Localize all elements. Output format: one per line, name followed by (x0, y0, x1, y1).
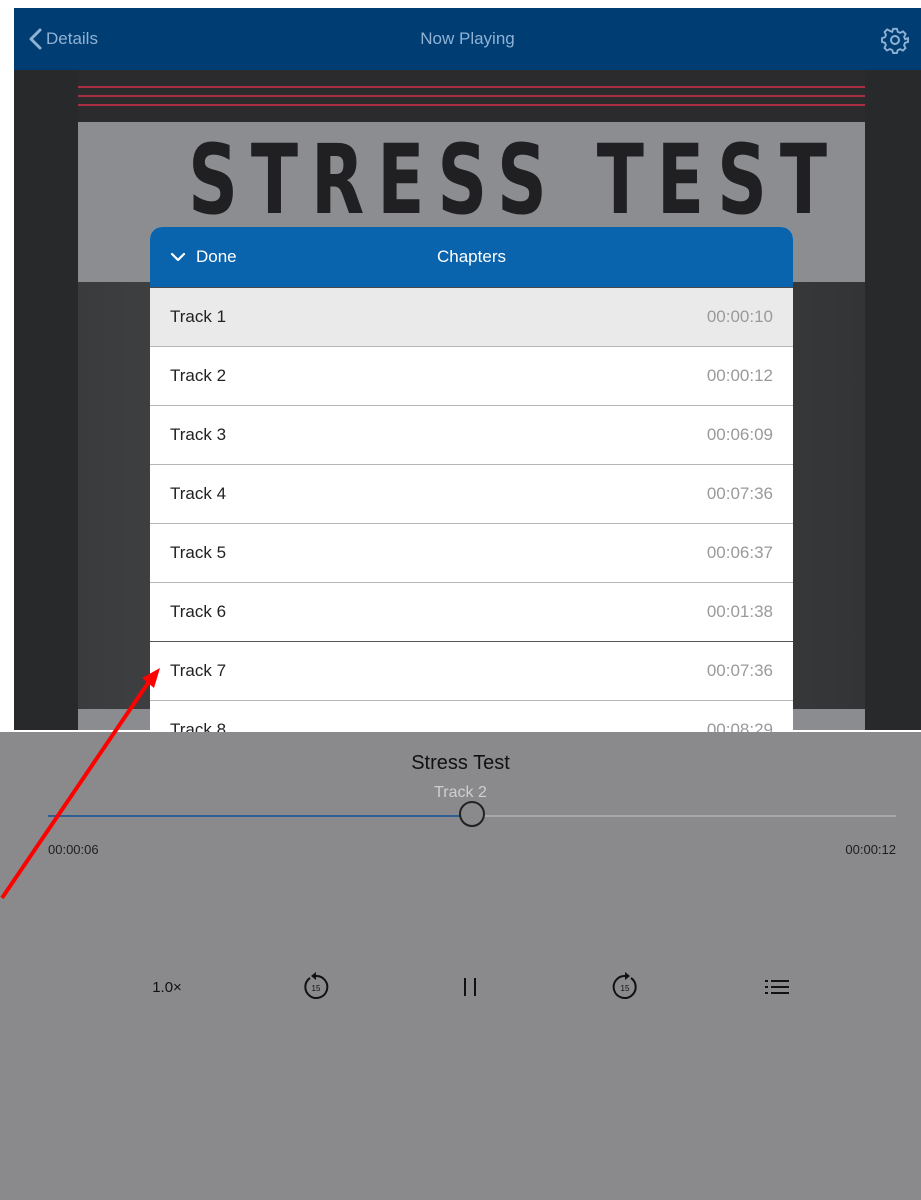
total-time: 00:00:12 (845, 842, 896, 857)
current-track: Track 2 (434, 784, 487, 801)
chapter-duration: 00:00:12 (706, 366, 773, 385)
pause-button[interactable] (455, 969, 485, 1005)
chapter-row[interactable]: Track 6 00:01:38 (150, 582, 793, 641)
skip-forward-button[interactable]: 15 (607, 969, 643, 1005)
chapter-duration: 00:00:10 (706, 307, 773, 326)
chapters-list-button[interactable] (762, 969, 792, 1005)
chapter-row[interactable]: Track 1 00:00:10 (150, 287, 793, 346)
playback-speed-button[interactable]: 1.0× (142, 969, 192, 1005)
progress-knob[interactable] (459, 801, 485, 827)
skip-forward-seconds: 15 (621, 984, 630, 993)
chapter-row[interactable]: Track 3 00:06:09 (150, 405, 793, 464)
elapsed-time: 00:00:06 (48, 842, 99, 857)
chapter-row[interactable]: Track 5 00:06:37 (150, 523, 793, 582)
chapters-title: Chapters (437, 247, 506, 266)
chapter-row[interactable]: Track 7 00:07:36 (150, 641, 793, 700)
navigation-bar: Details Now Playing (14, 8, 921, 71)
chapter-title: Track 5 (170, 543, 227, 562)
chapter-title: Track 3 (170, 425, 227, 444)
skip-back-button[interactable]: 15 (298, 969, 334, 1005)
rewind-15-icon: 15 (304, 972, 329, 999)
progress-fill (48, 815, 472, 817)
book-title: Stress Test (411, 752, 510, 774)
player-panel: Stress Test Track 2 00:00:06 00:00:12 1.… (0, 732, 921, 1200)
chapter-title: Track 1 (170, 307, 227, 326)
gear-icon[interactable] (881, 26, 909, 54)
chapter-title: Track 7 (170, 661, 227, 680)
chapters-header: Done Chapters (150, 227, 793, 287)
chapter-title: Track 6 (170, 602, 227, 621)
chapter-title: Track 2 (170, 366, 227, 385)
chapter-title: Track 4 (170, 484, 227, 503)
cover-title: STRESS TEST (188, 124, 840, 236)
pause-icon (464, 978, 476, 996)
chapter-row[interactable]: Track 4 00:07:36 (150, 464, 793, 523)
chapter-duration: 00:06:37 (706, 543, 773, 562)
progress-slider[interactable] (48, 801, 896, 827)
cover-stripes-top (78, 70, 865, 122)
forward-15-icon: 15 (612, 972, 637, 999)
chapter-duration: 00:07:36 (706, 661, 773, 680)
skip-back-seconds: 15 (312, 984, 321, 993)
chapter-row[interactable]: Track 2 00:00:12 (150, 346, 793, 405)
chapter-duration: 00:07:36 (706, 484, 773, 503)
chapter-duration: 00:06:09 (706, 425, 773, 444)
list-icon (765, 980, 789, 994)
page-title: Now Playing (420, 29, 515, 48)
chapter-duration: 00:01:38 (706, 602, 773, 621)
